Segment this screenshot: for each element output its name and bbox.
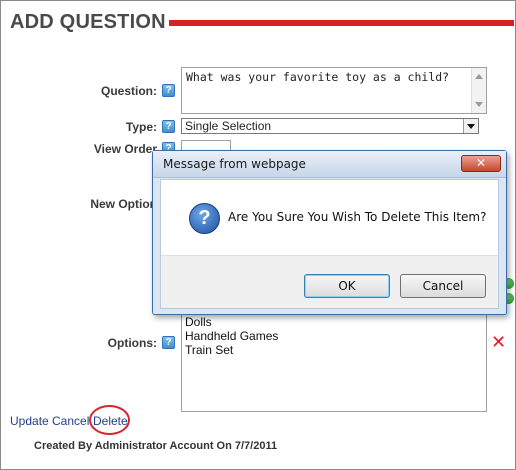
- options-listbox[interactable]: Dolls Handheld Games Train Set: [181, 304, 487, 412]
- scroll-up-icon[interactable]: [475, 74, 483, 79]
- new-option-label: New Option: [90, 197, 157, 211]
- red-x-icon[interactable]: ✕: [491, 333, 506, 351]
- list-item[interactable]: Handheld Games: [185, 329, 278, 343]
- delete-highlight-circle: [89, 405, 130, 435]
- help-icon[interactable]: ?: [162, 336, 175, 349]
- dialog-cancel-button[interactable]: Cancel: [400, 274, 486, 298]
- question-scrollbar[interactable]: [471, 68, 486, 113]
- dialog-body: ? Are You Sure You Wish To Delete This I…: [160, 179, 499, 309]
- help-icon[interactable]: ?: [162, 120, 175, 133]
- update-link[interactable]: Update: [10, 414, 49, 428]
- created-by-text: Created By Administrator Account On 7/7/…: [34, 440, 278, 452]
- dialog-message: Are You Sure You Wish To Delete This Ite…: [228, 210, 487, 224]
- type-select[interactable]: Single Selection: [181, 118, 479, 134]
- question-icon: ?: [189, 203, 220, 234]
- dialog-title: Message from webpage: [163, 157, 306, 171]
- question-textarea[interactable]: What was your favorite toy as a child?: [181, 67, 487, 114]
- close-icon[interactable]: ✕: [461, 155, 501, 172]
- page-frame: ADD QUESTION Question: ? What was your f…: [0, 0, 516, 470]
- view-order-label: View Order: [93, 142, 157, 156]
- title-rule: [169, 20, 514, 26]
- type-label: Type:: [125, 120, 157, 134]
- list-item[interactable]: Train Set: [185, 343, 233, 357]
- question-label: Question:: [101, 84, 157, 98]
- confirm-dialog: Message from webpage ✕ ? Are You Sure Yo…: [152, 150, 507, 315]
- chevron-down-icon[interactable]: [463, 119, 478, 133]
- options-label: Options:: [107, 336, 157, 350]
- scroll-down-icon[interactable]: [475, 102, 483, 107]
- list-item[interactable]: Dolls: [185, 315, 212, 329]
- question-text: What was your favorite toy as a child?: [186, 70, 450, 84]
- type-select-value: Single Selection: [185, 119, 272, 133]
- help-icon[interactable]: ?: [162, 84, 175, 97]
- dialog-titlebar[interactable]: Message from webpage ✕: [153, 151, 506, 178]
- cancel-link[interactable]: Cancel: [52, 414, 89, 428]
- ok-button[interactable]: OK: [304, 274, 390, 298]
- page-title: ADD QUESTION: [10, 11, 166, 33]
